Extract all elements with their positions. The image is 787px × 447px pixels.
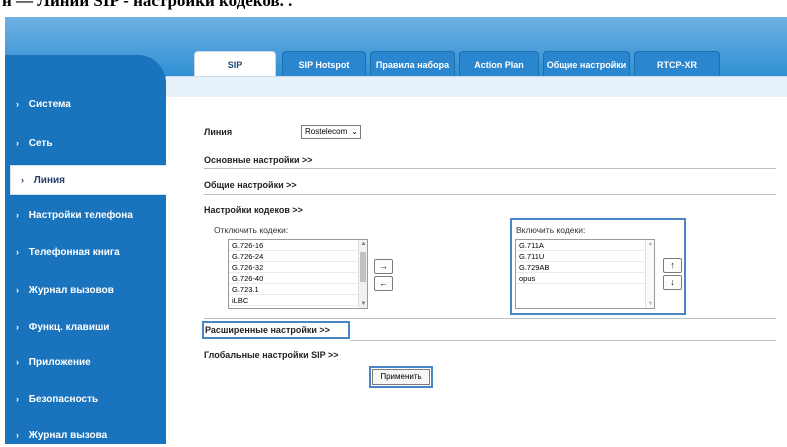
scrollbar[interactable]: ▲ ▼	[358, 240, 367, 308]
divider	[350, 340, 776, 341]
line-select[interactable]: Rostelecom ⌄	[301, 125, 361, 139]
document-caption: н — Линии SIP - настройки кодеков. .	[2, 0, 293, 10]
line-label: Линия	[204, 127, 233, 137]
sidebar-item-label: Телефонная книга	[28, 247, 120, 258]
main-top-strip	[166, 77, 787, 97]
section-codec-settings[interactable]: Настройки кодеков >>	[204, 205, 303, 215]
move-up-button[interactable]: ↑	[663, 258, 682, 273]
chevron-down-icon: ⌄	[351, 127, 358, 136]
tab-dial-rules[interactable]: Правила набора	[370, 51, 455, 77]
chevron-right-icon: ›	[16, 430, 19, 440]
sidebar-item-label: Журнал вызовов	[28, 285, 114, 296]
sidebar-item-label: Функц. клавиши	[28, 322, 110, 333]
list-item[interactable]: G.711U	[516, 251, 654, 262]
tab-action-plan[interactable]: Action Plan	[459, 51, 539, 77]
section-general-settings[interactable]: Общие настройки >>	[204, 180, 297, 190]
scroll-down-icon[interactable]: ▼	[646, 301, 654, 307]
chevron-right-icon: ›	[16, 394, 19, 404]
enabled-codecs-label: Включить кодеки:	[516, 225, 586, 235]
sidebar-item-security[interactable]: › Безопасность	[5, 388, 166, 410]
sidebar-item-label: Журнал вызова	[28, 430, 108, 441]
sidebar: › Система › Сеть › Линия › Настройки тел…	[5, 55, 170, 446]
scroll-down-icon[interactable]: ▼	[359, 301, 367, 307]
sidebar-item-label: Приложение	[28, 357, 91, 368]
sidebar-item-label: Линия	[33, 175, 65, 186]
tab-rtcp-xr[interactable]: RTCP-XR	[634, 51, 720, 77]
sidebar-item-network[interactable]: › Сеть	[5, 132, 166, 154]
sidebar-item-label: Настройки телефона	[28, 210, 133, 221]
chevron-right-icon: ›	[16, 322, 19, 332]
scroll-up-icon[interactable]: ▲	[359, 241, 367, 247]
list-item[interactable]: G.711A	[516, 240, 654, 251]
list-item[interactable]: G.729AB	[516, 262, 654, 273]
enabled-codecs-list[interactable]: G.711A G.711U G.729AB opus ▲ ▼	[515, 239, 655, 309]
chevron-right-icon: ›	[16, 210, 19, 220]
list-item[interactable]: opus	[516, 273, 654, 284]
list-item[interactable]: G.726-32	[229, 262, 367, 273]
move-left-button[interactable]: ←	[374, 276, 393, 291]
chevron-right-icon: ›	[16, 138, 19, 148]
tabs-underline	[166, 76, 787, 77]
scrollbar[interactable]: ▲ ▼	[645, 240, 654, 308]
list-item[interactable]: G.726-40	[229, 273, 367, 284]
list-item[interactable]: G.726-16	[229, 240, 367, 251]
apply-button[interactable]: Применить	[372, 369, 430, 385]
move-right-button[interactable]: →	[374, 259, 393, 274]
section-advanced-settings[interactable]: Расширенные настройки >>	[205, 325, 330, 335]
divider	[204, 168, 776, 169]
sidebar-item-phonebook[interactable]: › Телефонная книга	[5, 241, 166, 263]
sidebar-item-application[interactable]: › Приложение	[5, 351, 166, 373]
sidebar-item-line[interactable]: › Линия	[10, 165, 170, 195]
list-item[interactable]: G.726-24	[229, 251, 367, 262]
line-select-value: Rostelecom	[305, 127, 348, 136]
sidebar-item-system[interactable]: › Система	[5, 93, 166, 115]
sidebar-item-call-journal[interactable]: › Журнал вызова	[5, 424, 166, 446]
scroll-up-icon[interactable]: ▲	[646, 241, 654, 247]
disabled-codecs-list[interactable]: G.726-16 G.726-24 G.726-32 G.726-40 G.72…	[228, 239, 368, 309]
divider	[204, 194, 776, 195]
section-global-sip-settings[interactable]: Глобальные настройки SIP >>	[204, 350, 338, 360]
move-down-button[interactable]: ↓	[663, 275, 682, 290]
chevron-right-icon: ›	[16, 99, 19, 109]
list-item[interactable]: G.723.1	[229, 284, 367, 295]
sidebar-item-function-keys[interactable]: › Функц. клавиши	[5, 316, 166, 338]
section-basic-settings[interactable]: Основные настройки >>	[204, 155, 313, 165]
sidebar-item-label: Безопасность	[28, 394, 99, 405]
sidebar-item-label: Сеть	[28, 138, 53, 149]
tab-sip[interactable]: SIP	[194, 51, 276, 77]
disabled-codecs-label: Отключить кодеки:	[214, 225, 289, 235]
sidebar-item-label: Система	[28, 99, 71, 110]
chevron-right-icon: ›	[16, 285, 19, 295]
chevron-right-icon: ›	[21, 175, 24, 185]
sidebar-item-call-log[interactable]: › Журнал вызовов	[5, 279, 166, 301]
divider	[204, 318, 776, 319]
sidebar-item-phone-settings[interactable]: › Настройки телефона	[5, 204, 166, 226]
tab-general-settings[interactable]: Общие настройки	[543, 51, 630, 77]
scroll-thumb[interactable]	[360, 252, 366, 282]
tab-sip-hotspot[interactable]: SIP Hotspot	[282, 51, 366, 77]
chevron-right-icon: ›	[16, 357, 19, 367]
list-item[interactable]: iLBC	[229, 295, 367, 306]
chevron-right-icon: ›	[16, 247, 19, 257]
